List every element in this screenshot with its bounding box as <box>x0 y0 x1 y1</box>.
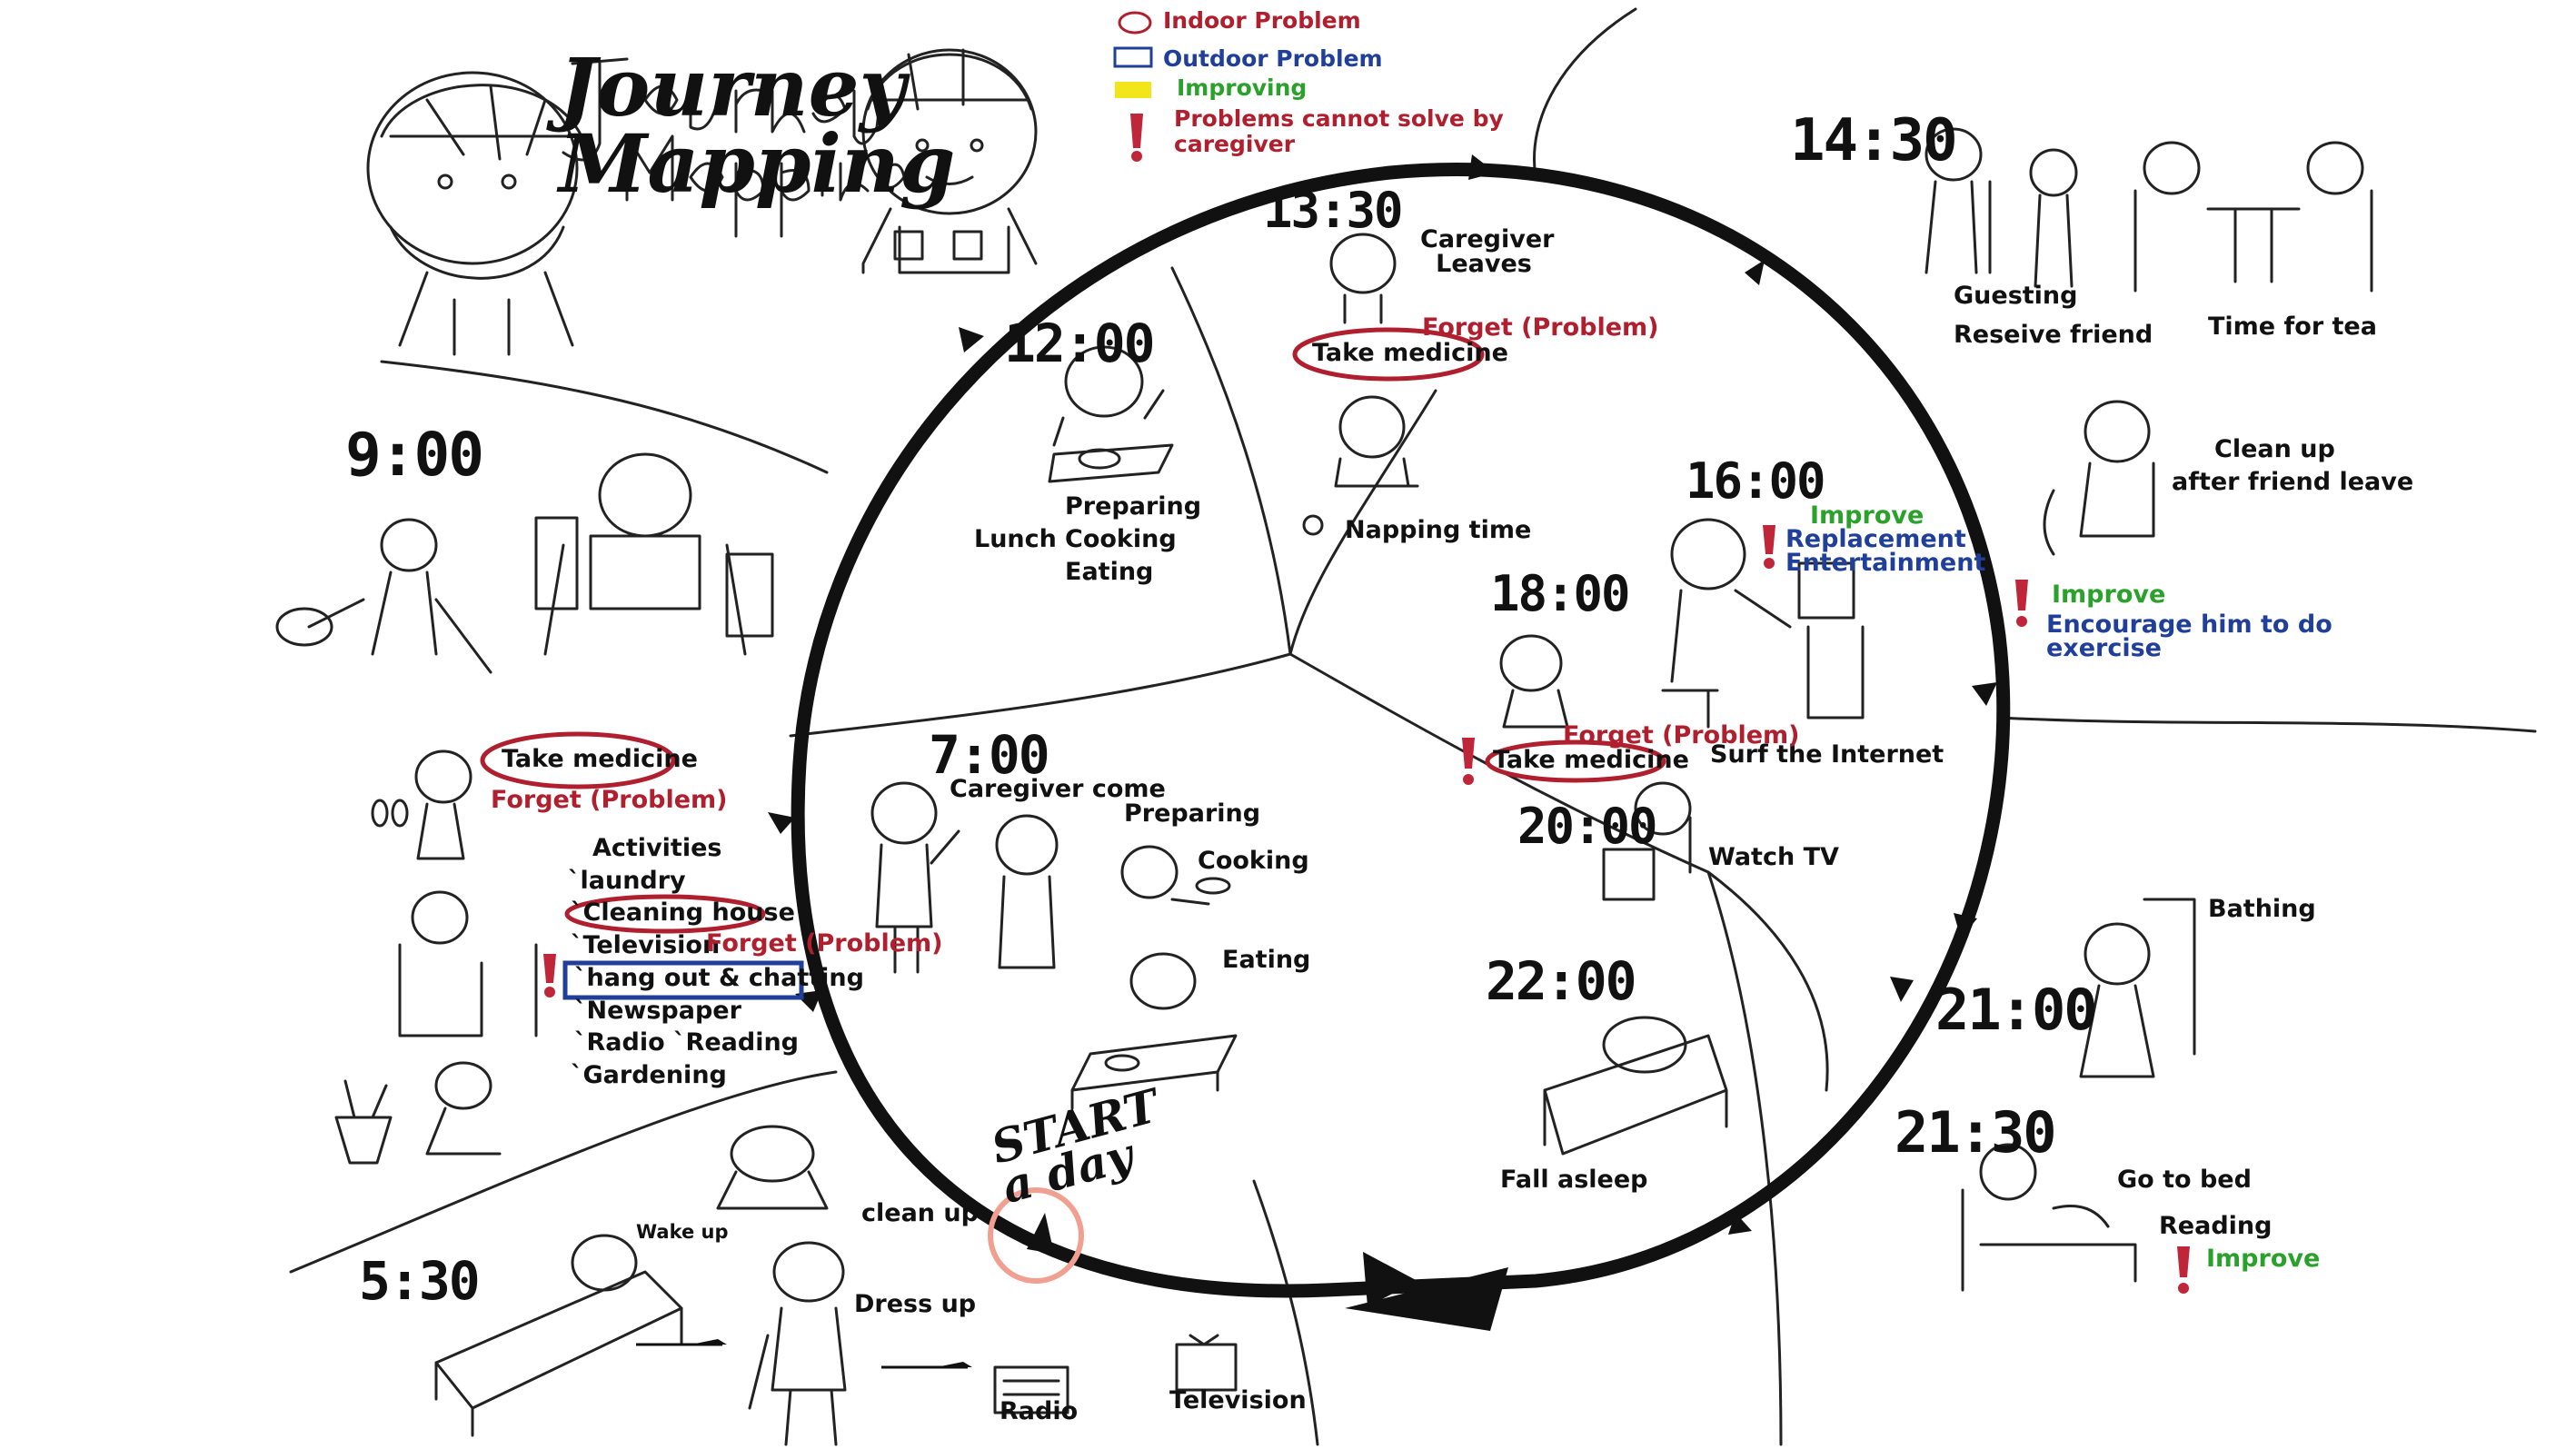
watch-tv-label: Watch TV <box>1708 843 1839 871</box>
fall-asleep-label: Fall asleep <box>1500 1166 1648 1194</box>
bathing-sketch <box>2079 898 2196 1078</box>
legend-outdoor-label: Outdoor Problem <box>1163 45 1383 72</box>
time-2130: 21:30 <box>1895 1099 2057 1166</box>
gardening-sketch <box>334 1061 502 1165</box>
forget-activity-label: Forget (Problem) <box>706 929 943 958</box>
old-man-portrait-icon <box>366 71 583 356</box>
clean-up-friend-sketch <box>2043 400 2155 556</box>
newspaper-label: `Newspaper <box>574 997 741 1025</box>
encourage-exclamation-icon <box>2015 580 2028 610</box>
time-2000: 20:00 <box>1517 798 1658 855</box>
receive-friend-label: Reseive friend <box>1954 321 2153 349</box>
napping-time-label: Napping time <box>1345 516 1532 544</box>
laundry-label: `laundry <box>568 867 686 895</box>
clean-up-label: clean up <box>861 1199 979 1227</box>
time-1600: 16:00 <box>1686 452 1826 510</box>
indoor-legend-icon <box>1118 11 1152 35</box>
napping-man-sketch <box>1302 395 1419 536</box>
lunch-label: Lunch <box>974 525 1057 553</box>
preparing-old-man-sketch <box>995 814 1059 969</box>
time-900: 9:00 <box>345 420 484 490</box>
bathing-label: Bathing <box>2208 895 2316 923</box>
go-to-bed-label: Go to bed <box>2117 1166 2252 1194</box>
reading-label: Reading <box>2159 1212 2273 1240</box>
reading-newspaper-sketch <box>534 452 774 656</box>
time-for-tea-label: Time for tea <box>2208 313 2377 341</box>
medicine-1800-sketch <box>1499 634 1569 729</box>
time-2100: 21:00 <box>1935 977 2098 1043</box>
reading-exclamation-icon <box>2177 1246 2190 1277</box>
wake-up-arrow-lines <box>636 1343 968 1369</box>
television-icon <box>1175 1334 1238 1392</box>
legend-exclamation-icon <box>1130 114 1143 148</box>
vacuum-man-sketch <box>275 518 492 674</box>
journey-map-diagram: Journey Mapping Indoor Problem Outdoor P… <box>0 0 2576 1449</box>
time-1430: 14:30 <box>1790 107 1958 174</box>
after-friend-leave-label: after friend leave <box>2172 468 2414 496</box>
caregiver-leaves-sketch <box>1329 233 1397 324</box>
time-2200: 22:00 <box>1486 950 1637 1012</box>
eating-lunch-label: Eating <box>1065 558 1154 586</box>
hang-out-label: `hang out & chatting <box>574 964 864 992</box>
activities-man-sketch <box>398 890 538 1037</box>
tea-time-sketch <box>2133 141 2373 293</box>
television-label: Television <box>1169 1386 1307 1414</box>
medicine-exclamation-icon <box>1462 738 1475 769</box>
go-to-bed-sketch <box>1961 1143 2137 1292</box>
clean-up-sink-sketch <box>716 1125 829 1210</box>
exercise-label: exercise <box>2046 634 2162 662</box>
improve-3-label: Improve <box>2206 1245 2321 1273</box>
improve-1-label: Improve <box>2052 581 2166 609</box>
time-530: 5:30 <box>359 1250 481 1312</box>
caregiver-leaves-label: Caregiver Leaves <box>1420 225 1555 278</box>
activities-label: Activities <box>592 834 722 862</box>
improving-legend-icon <box>1115 82 1151 98</box>
gardening-label: `Gardening <box>571 1061 727 1089</box>
take-medicine-1800-label: Take medicine <box>1493 746 1689 774</box>
cooking-morning-label: Cooking <box>1198 847 1309 875</box>
radio-reading-label: `Radio `Reading <box>574 1028 799 1057</box>
preparing-lunch-label: Preparing <box>1065 492 1202 521</box>
legend-improving-label: Improving <box>1177 74 1308 101</box>
legend-indoor-label: Indoor Problem <box>1163 7 1361 34</box>
forget-1330-label: Forget (Problem) <box>1422 313 1659 342</box>
television-activity-label: `Television <box>571 931 721 959</box>
cleaning-house-label: `Cleaning house <box>571 898 795 927</box>
wake-up-arrows <box>691 1339 972 1367</box>
legend-unsolvable-label: Problems cannot solve by caregiver <box>1174 105 1504 157</box>
improve-exclamation-icon <box>1763 525 1775 554</box>
dress-up-label: Dress up <box>854 1290 977 1318</box>
dress-up-man-sketch <box>748 1241 847 1446</box>
clean-up-after-label: Clean up <box>2214 435 2335 463</box>
eating-morning-label: Eating <box>1222 946 1311 974</box>
cooking-lunch-label: Cooking <box>1065 525 1177 553</box>
preparing-morning-label: Preparing <box>1124 799 1261 828</box>
medicine-man-sketch <box>371 749 472 860</box>
fall-asleep-bed-sketch <box>1543 1016 1728 1156</box>
time-1200: 12:00 <box>1004 313 1156 374</box>
activity-exclamation-icon <box>543 954 556 983</box>
take-medicine-left-label: Take medicine <box>502 745 698 773</box>
time-1800: 18:00 <box>1490 565 1631 622</box>
radio-label: Radio <box>1000 1397 1079 1425</box>
time-1330: 13:30 <box>1263 182 1404 239</box>
take-medicine-1330-label: Take medicine <box>1312 339 1508 367</box>
entertainment-label: Entertainment <box>1785 549 1986 577</box>
outdoor-legend-icon <box>1113 46 1153 68</box>
legend-markers <box>1113 11 1153 98</box>
wake-up-label: Wake up <box>636 1221 729 1243</box>
guesting-label: Guesting <box>1954 282 2078 310</box>
journey-mapping-title: Journey Mapping <box>559 40 956 211</box>
forget-left-label: Forget (Problem) <box>491 786 728 814</box>
